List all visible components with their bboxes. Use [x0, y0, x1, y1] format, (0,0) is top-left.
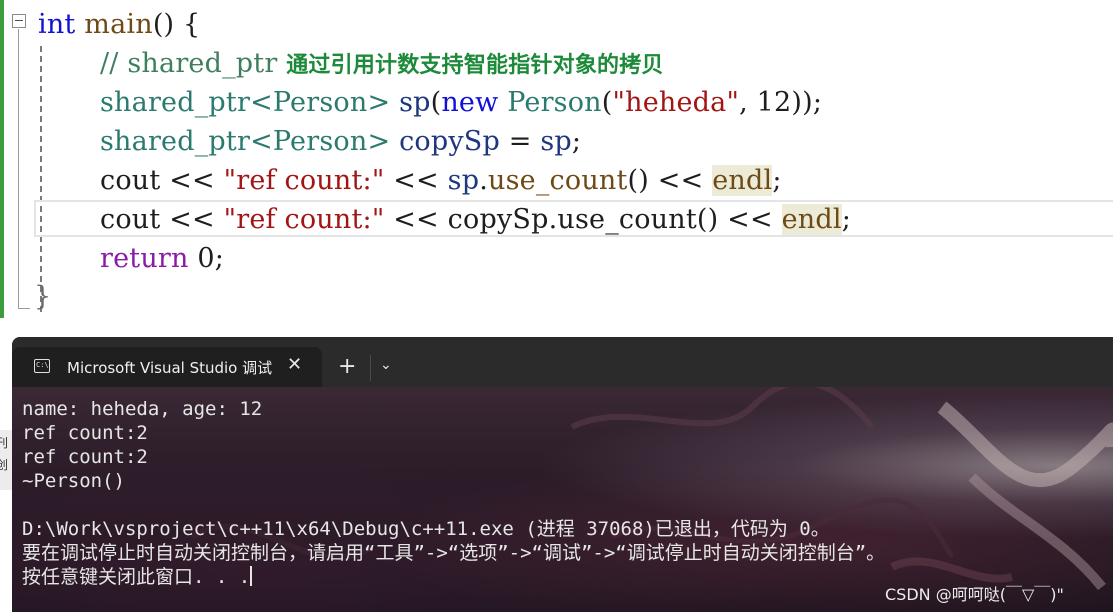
type-person: Person [272, 126, 368, 157]
operator-shift: << [160, 165, 224, 196]
template-open: < [250, 87, 273, 118]
code-line-6[interactable]: cout << "ref count:" << copySp.use_count… [100, 200, 851, 239]
code-punct: () { [152, 9, 201, 40]
code-line-4[interactable]: shared_ptr<Person> copySp = sp; [100, 122, 581, 161]
code-punct: ( [601, 87, 613, 118]
code-line-5[interactable]: cout << "ref count:" << sp.use_count() <… [100, 161, 782, 200]
console-background-art: name: heheda, age: 12 ref count:2 ref co… [12, 387, 1113, 612]
code-editor[interactable]: int main() { // shared_ptr 通过引用计数支持智能指针对… [0, 0, 1113, 340]
identifier-endl-highlighted: endl [781, 204, 842, 235]
change-tracking-bar [0, 0, 4, 318]
code-line-1[interactable]: int main() { [38, 5, 200, 44]
console-output-line: name: heheda, age: 12 [22, 398, 263, 420]
fragment-text: 刊 [0, 436, 9, 450]
code-punct: = [499, 126, 541, 157]
var-copysp: copySp [447, 204, 549, 235]
template-close: > [367, 126, 391, 157]
type-shared-ptr: shared_ptr [100, 87, 251, 118]
code-punct: () << [627, 165, 713, 196]
code-punct: ; [841, 204, 851, 235]
method-use-count: use_count [488, 165, 628, 196]
function-main: main [84, 9, 153, 40]
terminal-tab-bar: Microsoft Visual Studio 调试控制台 ✕ + ⌄ [12, 337, 1113, 387]
code-punct: ; [571, 126, 582, 157]
new-tab-button[interactable]: + [338, 355, 356, 379]
keyword-int: int [38, 9, 76, 40]
operator-shift: << [384, 204, 448, 235]
type-person: Person [507, 87, 602, 118]
code-line-8[interactable]: } [34, 277, 51, 316]
keyword-new: new [441, 87, 499, 118]
type-person: Person [272, 87, 368, 118]
close-icon[interactable]: ✕ [287, 354, 302, 375]
tab-divider [370, 355, 371, 381]
console-output-line: D:\Work\vsproject\c++11\x64\Debug\c++11.… [22, 518, 830, 540]
code-punct: ( [430, 87, 442, 118]
tab-title: Microsoft Visual Studio 调试控制台 [67, 359, 272, 377]
string-literal: "ref count:" [223, 204, 385, 235]
method-use-count: use_count [557, 204, 697, 235]
indent-guide [40, 46, 42, 312]
code-punct: 0; [188, 243, 225, 274]
console-output-line: 要在调试停止时自动关闭控制台，请启用“工具”->“选项”->“调试”->“调试停… [22, 542, 886, 564]
console-output-line: ref count:2 [22, 422, 148, 444]
number-literal: 12 [756, 87, 792, 118]
operator-shift: << [384, 165, 448, 196]
code-line-3[interactable]: shared_ptr<Person> sp(new Person("heheda… [100, 83, 822, 122]
collapse-icon[interactable] [12, 14, 26, 28]
code-punct: , [739, 87, 757, 118]
text-cursor [250, 566, 253, 586]
code-line-2[interactable]: // shared_ptr 通过引用计数支持智能指针对象的拷贝 [100, 44, 664, 83]
code-punct: ; [772, 165, 782, 196]
console-output-line: ~Person() [22, 470, 125, 492]
fragment-text: 创 [0, 458, 9, 472]
identifier-cout: cout [100, 165, 161, 196]
template-close: > [367, 87, 391, 118]
identifier-endl-highlighted: endl [712, 165, 773, 196]
chevron-down-icon[interactable]: ⌄ [380, 357, 392, 373]
fold-region-line [18, 29, 19, 309]
terminal-icon [34, 359, 50, 373]
fold-region-end [18, 308, 30, 309]
console-output-line: 按任意键关闭此窗口. . . [22, 566, 251, 588]
identifier-cout: cout [100, 204, 161, 235]
string-literal: "ref count:" [223, 165, 385, 196]
type-shared-ptr: shared_ptr [100, 126, 251, 157]
var-sp: sp [540, 126, 572, 157]
console-output-line: ref count:2 [22, 446, 148, 468]
background-window-fragment: 刊 创 [0, 430, 12, 490]
var-copysp: copySp [399, 126, 500, 157]
code-line-7[interactable]: return 0; [100, 239, 224, 278]
console-prompt-line: 按任意键关闭此窗口. . . [22, 565, 253, 589]
code-punct: () << [696, 204, 782, 235]
closing-brace: } [34, 281, 52, 312]
var-sp: sp [447, 165, 480, 196]
comment-text: // shared_ptr [100, 48, 287, 79]
code-punct: )); [791, 87, 823, 118]
tab-debug-console[interactable]: Microsoft Visual Studio 调试控制台 ✕ [12, 347, 322, 387]
var-sp: sp [399, 87, 431, 118]
code-punct: . [479, 165, 489, 196]
string-literal: "heheda" [612, 87, 740, 118]
operator-shift: << [160, 204, 224, 235]
debug-console-window[interactable]: Microsoft Visual Studio 调试控制台 ✕ + ⌄ name… [12, 337, 1113, 612]
csdn-watermark: CSDN @呵呵哒(￣▽￣)" [885, 585, 1064, 604]
comment-chinese: 通过引用计数支持智能指针对象的拷贝 [286, 53, 664, 78]
keyword-return: return [100, 243, 189, 274]
template-open: < [250, 126, 273, 157]
